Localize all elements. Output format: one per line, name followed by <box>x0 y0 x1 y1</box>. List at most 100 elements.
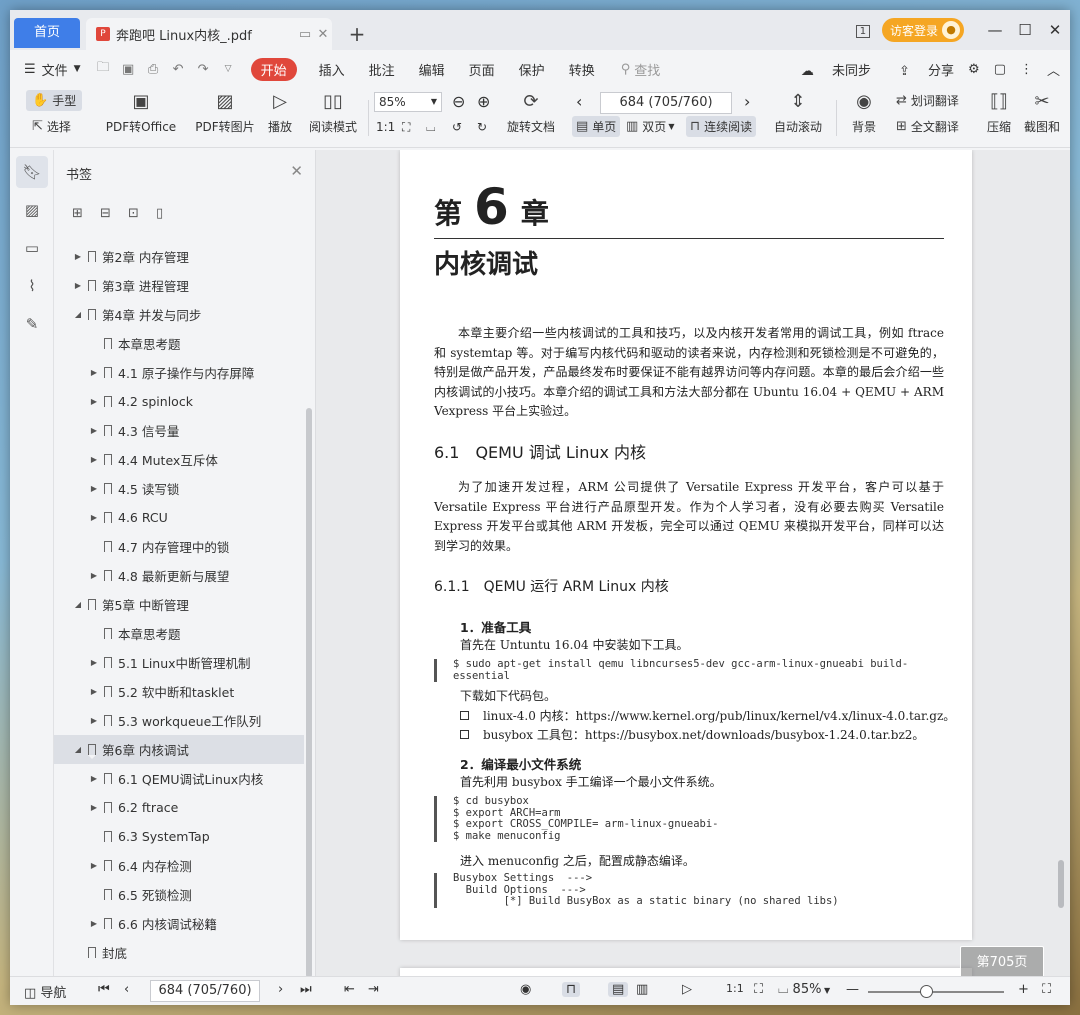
actual-size-icon[interactable]: 1:1 <box>376 120 395 134</box>
save-icon[interactable]: ▣ <box>116 62 141 77</box>
quick-access-dropdown-icon[interactable]: ▽ <box>216 64 241 74</box>
close-window-icon[interactable]: ✕ <box>1040 21 1070 39</box>
menu-page[interactable]: 页面 <box>457 60 507 79</box>
bookmark-item[interactable]: 6.3 SystemTap <box>54 822 304 851</box>
new-tab-button[interactable]: + <box>346 22 368 46</box>
play-icon[interactable]: ▷ <box>682 982 692 997</box>
bookmark-item[interactable]: 本章思考题 <box>54 619 304 648</box>
collapse-arrow-icon[interactable]: ◢ <box>72 745 84 754</box>
guest-login-button[interactable]: 访客登录 ● <box>881 18 964 42</box>
zoom-slider[interactable] <box>868 991 1004 993</box>
expand-arrow-icon[interactable]: ▶ <box>88 716 100 725</box>
word-translate-button[interactable]: ⇄ 划词翻译 <box>896 92 959 109</box>
read-mode-button[interactable]: ▯▯ 阅读模式 <box>304 90 362 135</box>
pin-icon[interactable]: ▭ <box>296 27 314 42</box>
zoom-select[interactable]: 85% ▼ <box>374 92 442 112</box>
collapse-all-icon[interactable]: ⊟ <box>100 206 128 221</box>
close-tab-icon[interactable]: ✕ <box>314 27 332 42</box>
expand-arrow-icon[interactable]: ▶ <box>88 803 100 812</box>
bookmark-item[interactable]: ▶ 4.6 RCU <box>54 503 304 532</box>
single-page-mode-icon[interactable]: ▤ <box>608 982 629 997</box>
print-icon[interactable]: ⎙ <box>141 62 166 77</box>
bookmark-item[interactable]: ▶ 6.6 内核调试秘籍 <box>54 909 304 938</box>
image-icon[interactable]: ▨ <box>16 194 48 226</box>
expand-arrow-icon[interactable]: ▶ <box>88 455 100 464</box>
bookmark-outline-icon[interactable]: ▯ <box>156 206 184 221</box>
expand-arrow-icon[interactable]: ▶ <box>88 774 100 783</box>
zoom-fit-button[interactable]: ⌴ 85% ▼ <box>778 982 830 997</box>
expand-arrow-icon[interactable]: ▶ <box>88 687 100 696</box>
last-page-icon[interactable]: ⏭ <box>300 982 312 997</box>
menu-start[interactable]: 开始 <box>250 57 297 81</box>
settings-icon[interactable]: ⚙ <box>968 62 980 77</box>
bookmark-item[interactable]: 6.5 死锁检测 <box>54 880 304 909</box>
rotate-right-icon[interactable]: ↻ <box>477 120 487 134</box>
prev-page-icon[interactable]: ‹ <box>576 92 582 111</box>
prev-page-icon[interactable]: ‹ <box>124 982 129 997</box>
auto-scroll-button[interactable]: ⇕ 自动滚动 <box>766 90 830 135</box>
bookmark-item[interactable]: ▶ 4.4 Mutex互斥体 <box>54 445 304 474</box>
bookmark-item[interactable]: ◢ 第6章 内核调试 <box>54 735 304 764</box>
rotate-document-button[interactable]: ⟳ 旋转文档 <box>504 90 558 135</box>
menu-protect[interactable]: 保护 <box>507 60 557 79</box>
share-button[interactable]: ⇪ 分享 <box>885 60 954 79</box>
bookmark-item[interactable]: 本章思考题 <box>54 329 304 358</box>
expand-arrow-icon[interactable]: ▶ <box>88 571 100 580</box>
redo-icon[interactable]: ↷ <box>191 62 216 77</box>
more-icon[interactable]: ⋮ <box>1020 62 1033 77</box>
double-page-button[interactable]: ▥ 双页 ▼ <box>626 118 674 135</box>
single-page-button[interactable]: ▤ 单页 <box>572 116 621 137</box>
zoom-in-icon[interactable]: + <box>1018 982 1029 997</box>
add-bookmark-icon[interactable]: ⊡ <box>128 206 156 221</box>
sync-button[interactable]: ☁ 未同步 <box>787 60 871 79</box>
expand-arrow-icon[interactable]: ▶ <box>88 919 100 928</box>
compress-button[interactable]: ⟦⟧ 压缩 <box>982 90 1016 135</box>
collapse-arrow-icon[interactable]: ◢ <box>72 310 84 319</box>
eye-protection-icon[interactable]: ◉ <box>520 982 531 997</box>
full-translate-button[interactable]: ⊞ 全文翻译 <box>896 118 959 135</box>
expand-arrow-icon[interactable]: ▶ <box>72 281 84 290</box>
rotate-left-icon[interactable]: ↺ <box>452 120 462 134</box>
expand-arrow-icon[interactable]: ▶ <box>88 397 100 406</box>
bookmark-item[interactable]: ▶ 4.8 最新更新与展望 <box>54 561 304 590</box>
minimize-icon[interactable]: — <box>980 21 1010 39</box>
zoom-out-icon[interactable]: — <box>846 982 859 997</box>
maximize-icon[interactable]: ☐ <box>1010 21 1040 39</box>
screenshot-button[interactable]: ✂ 截图和 <box>1022 90 1062 135</box>
status-page-input[interactable]: 684 (705/760) <box>150 980 260 1002</box>
bookmark-item[interactable]: ◢ 第4章 并发与同步 <box>54 300 304 329</box>
open-folder-icon[interactable]: 🗀 <box>91 58 116 80</box>
bookmark-item[interactable]: ▶ 4.3 信号量 <box>54 416 304 445</box>
double-page-mode-icon[interactable]: ▥ <box>636 982 648 997</box>
continuous-mode-icon[interactable]: ⊓ <box>562 982 581 997</box>
background-button[interactable]: ◉ 背景 <box>844 90 884 135</box>
bookmark-item[interactable]: ▶ 4.5 读写锁 <box>54 474 304 503</box>
bookmark-item[interactable]: ▶ 6.2 ftrace <box>54 793 304 822</box>
bookmark-item[interactable]: ▶ 4.1 原子操作与内存屏障 <box>54 358 304 387</box>
expand-arrow-icon[interactable]: ▶ <box>72 252 84 261</box>
file-menu[interactable]: ☰ 文件 ▼ <box>10 60 91 79</box>
expand-arrow-icon[interactable]: ▶ <box>88 368 100 377</box>
forward-icon[interactable]: ⇥ <box>368 982 379 997</box>
pdf-to-image-button[interactable]: ▨ PDF转图片 <box>192 90 258 135</box>
menu-insert[interactable]: 插入 <box>307 60 357 79</box>
bookmark-item[interactable]: ▶ 5.2 软中断和tasklet <box>54 677 304 706</box>
expand-arrow-icon[interactable]: ▶ <box>88 861 100 870</box>
bookmark-item[interactable]: 封底 <box>54 938 304 967</box>
actual-size-icon[interactable]: 1:1 <box>726 982 744 995</box>
select-tool-button[interactable]: ⇱ 选择 <box>32 118 71 135</box>
signature-icon[interactable]: ✎ <box>16 308 48 340</box>
menu-edit[interactable]: 编辑 <box>407 60 457 79</box>
document-viewport[interactable]: 第 6 章 内核调试 本章主要介绍一些内核调试的工具和技巧，以及内核开发者常用的… <box>316 150 1070 976</box>
fit-page-icon[interactable]: ⛶ <box>754 982 763 997</box>
tab-document[interactable]: P 奔跑吧 Linux内核_.pdf ▭ ✕ <box>86 18 332 50</box>
bookmark-item[interactable]: ▶ 6.4 内存检测 <box>54 851 304 880</box>
expand-arrow-icon[interactable]: ▶ <box>88 513 100 522</box>
comment-icon[interactable]: ▭ <box>16 232 48 264</box>
screen-badge-icon[interactable]: 1 <box>848 22 878 38</box>
zoom-slider-handle[interactable] <box>920 985 934 998</box>
close-panel-icon[interactable]: ✕ <box>290 162 303 180</box>
expand-arrow-icon[interactable]: ▶ <box>88 426 100 435</box>
panel-scrollbar[interactable] <box>306 408 312 978</box>
bookmark-item[interactable]: ▶ 6.1 QEMU调试Linux内核 <box>54 764 304 793</box>
